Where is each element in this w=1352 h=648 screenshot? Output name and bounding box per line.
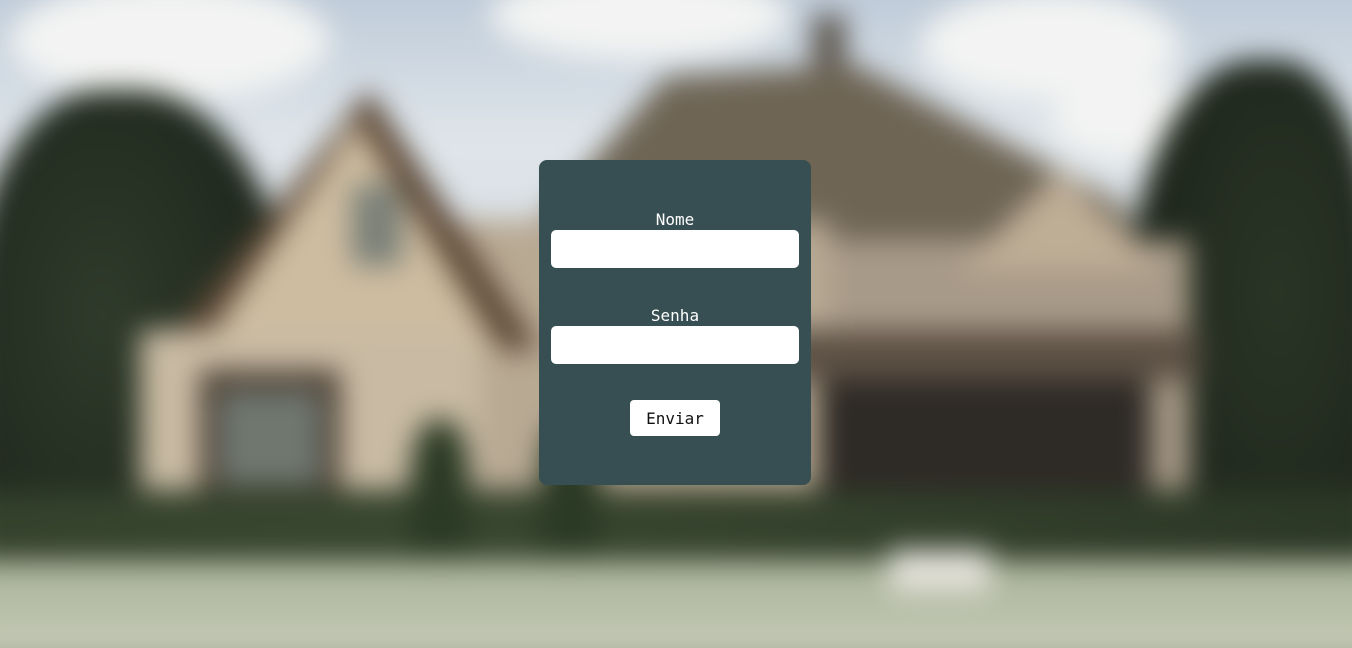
- attic-window: [352, 185, 402, 265]
- lawn: [0, 560, 1352, 648]
- walkway: [890, 550, 990, 590]
- window-glass: [218, 390, 322, 485]
- porch-roof: [770, 330, 1200, 380]
- password-label: Senha: [650, 306, 700, 325]
- name-input[interactable]: [551, 230, 799, 268]
- login-card: Nome Senha Enviar: [539, 160, 811, 485]
- password-input[interactable]: [551, 326, 799, 364]
- shrub-tall: [410, 420, 470, 580]
- name-label: Nome: [655, 210, 695, 229]
- submit-button[interactable]: Enviar: [630, 400, 720, 436]
